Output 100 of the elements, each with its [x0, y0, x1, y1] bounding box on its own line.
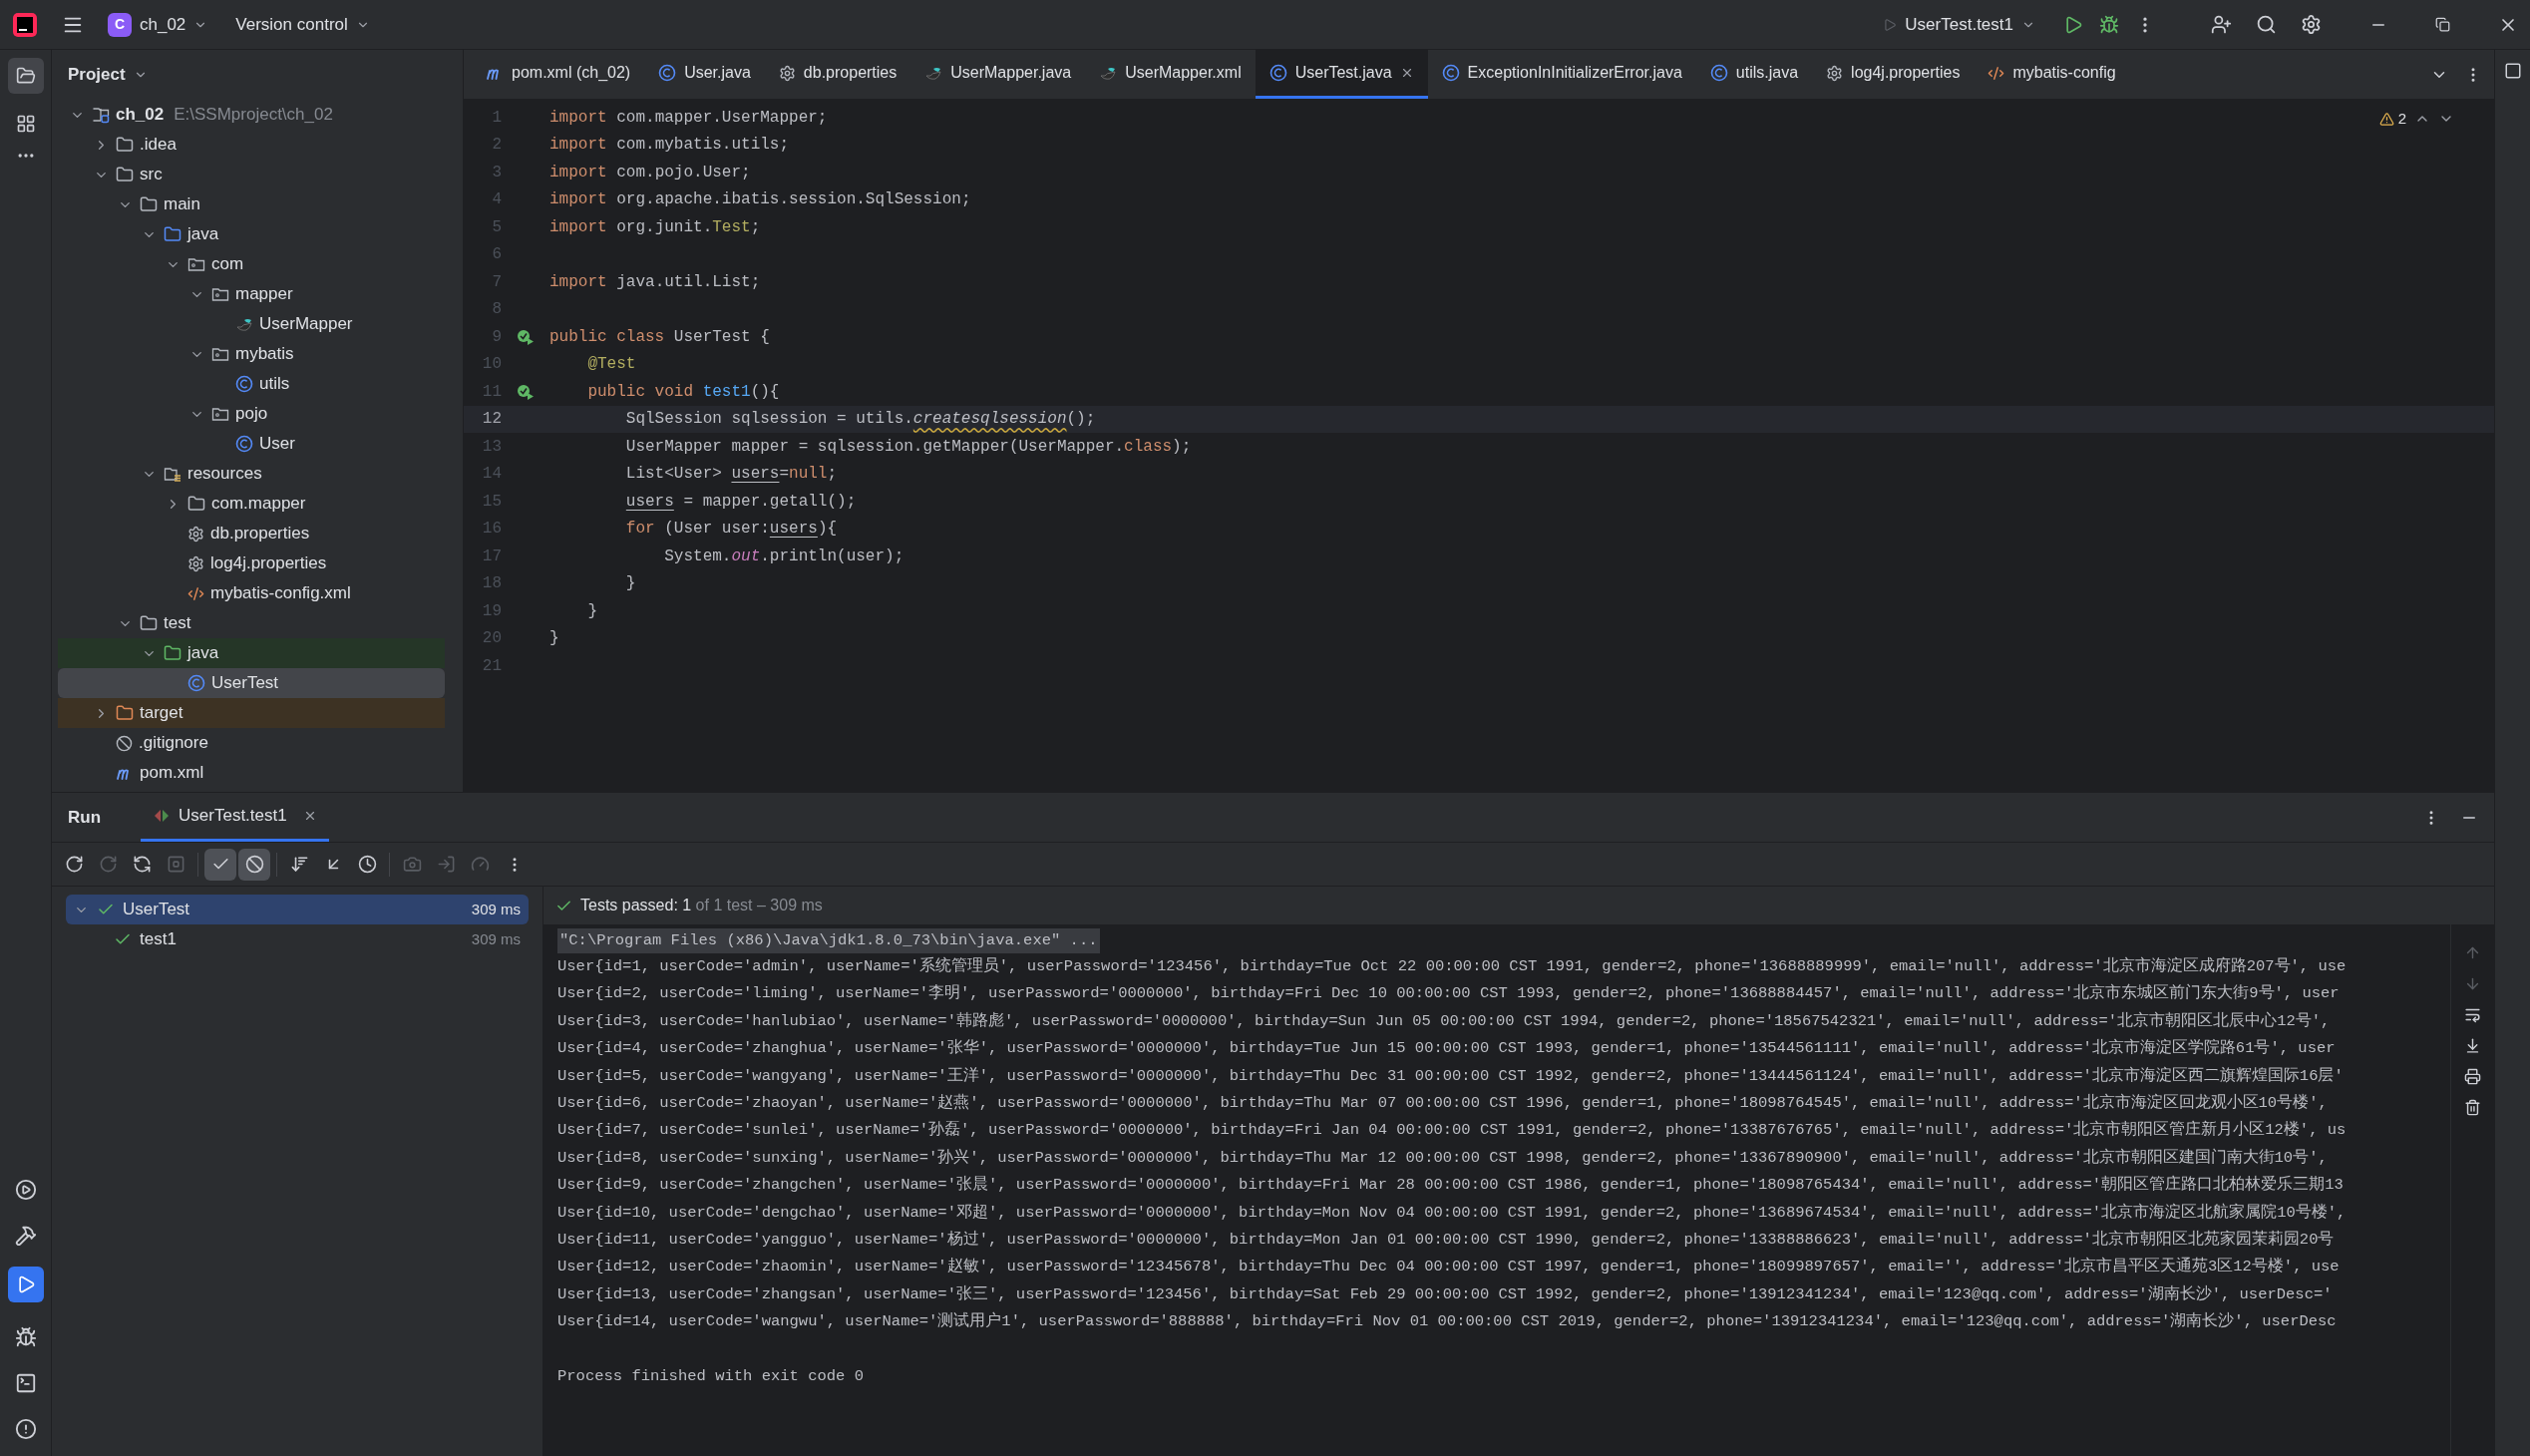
item-label: mybatis — [235, 343, 294, 366]
print-icon[interactable] — [2464, 1068, 2481, 1085]
run-test-icon[interactable] — [517, 383, 535, 400]
item-label: src — [140, 164, 163, 186]
code-icon — [1988, 64, 2005, 82]
editor-tab[interactable]: mybatis-config — [1974, 50, 2130, 99]
test-config-icon — [153, 808, 172, 824]
run-config-selector[interactable]: UserTest.test1 — [1883, 11, 2035, 38]
add-user-icon[interactable] — [2211, 14, 2232, 35]
debug-icon[interactable] — [14, 1326, 37, 1348]
folder-icon — [164, 225, 181, 243]
structure-icon[interactable] — [15, 114, 36, 134]
editor-tab[interactable]: pom.xml (ch_02) — [472, 50, 645, 99]
debug-icon[interactable] — [2099, 14, 2119, 35]
item-label: UserTest — [211, 672, 279, 695]
run-test-icon[interactable] — [517, 328, 535, 345]
tree-item[interactable]: .idea — [58, 130, 445, 160]
test-node[interactable]: test1 309 ms — [66, 924, 529, 954]
panel-title[interactable]: Project — [68, 62, 126, 88]
tree-item[interactable]: test — [58, 608, 445, 638]
problems-icon[interactable] — [14, 1418, 37, 1440]
code-line: } — [586, 600, 597, 622]
passed-button[interactable] — [204, 848, 236, 881]
class-icon — [658, 64, 677, 82]
camera-icon — [402, 855, 422, 874]
editor-tab[interactable]: utils.java — [1695, 50, 1813, 99]
code-line: import com.pojo.User; — [549, 162, 751, 183]
code-line: public class UserTest { — [549, 326, 770, 348]
vcs-menu[interactable]: Version control — [235, 11, 370, 38]
terminal-icon[interactable] — [14, 1372, 37, 1394]
item-label: User — [259, 433, 295, 456]
console-line: User{id=4, userCode='zhanghua', userName='张华', userPassword='0000000', birthday=Tue Jun 15 00:00:00 CST 1993, gender=1, phone='13544561111', email='null', address='北京市海淀区学院路61号', user — [557, 1037, 2336, 1060]
tree-item[interactable]: log4j.properties — [58, 548, 445, 578]
app-logo-icon — [12, 11, 38, 38]
services-icon[interactable] — [14, 1179, 37, 1201]
tree-item[interactable]: utils — [58, 369, 445, 399]
up-icon[interactable] — [2464, 944, 2481, 961]
editor-tab[interactable]: UserTest.java — [1255, 50, 1428, 99]
item-label: log4j.properties — [210, 552, 327, 575]
class-icon — [1441, 64, 1460, 82]
editor-tab[interactable]: UserMapper.java — [910, 50, 1086, 99]
tree-item[interactable]: mapper — [58, 279, 445, 309]
console-line: User{id=14, userCode='wangwu', userName='测试用户1', userPassword='888888', birthday=Fri Nov 01 00:00:00 CST 2019, gender=2, phone='13912341234', email='123@qq.com', address='湖南长沙', userDesc — [557, 1310, 2337, 1333]
editor-tab[interactable]: ExceptionInInitializerError.java — [1427, 50, 1696, 99]
editor-tab[interactable]: db.properties — [764, 50, 911, 99]
tree-item[interactable]: db.properties — [58, 519, 445, 548]
scroll-to-end-icon[interactable] — [2464, 1037, 2481, 1054]
ignored-icon — [244, 855, 264, 874]
run-icon[interactable] — [2063, 14, 2083, 35]
item-label: pom.xml — [140, 762, 204, 785]
run-tool-button[interactable] — [7, 1267, 44, 1302]
import-icon — [436, 855, 456, 874]
sort-icon — [289, 855, 309, 874]
tree-item[interactable]: ch_02 E:\SSMproject\ch_02 — [58, 100, 445, 130]
test-duration: 309 ms — [471, 899, 521, 919]
hammer-icon[interactable] — [14, 1225, 37, 1247]
code-line: UserMapper mapper = sqlsession.getMapper(UserMapper.class); — [624, 436, 1192, 458]
tree-item[interactable]: java — [58, 638, 445, 668]
tree-item[interactable]: UserTest — [58, 668, 445, 698]
editor-tab[interactable]: log4j.properties — [1812, 50, 1975, 99]
folder-icon — [140, 614, 158, 632]
project-switcher[interactable]: C ch_02 — [108, 11, 208, 38]
trash-icon[interactable] — [2464, 1099, 2481, 1116]
tree-item[interactable]: mybatis — [58, 339, 445, 369]
item-label: .gitignore — [139, 732, 208, 755]
code-line: import java.util.List; — [549, 271, 761, 293]
class-icon — [235, 435, 253, 453]
down-icon[interactable] — [2464, 975, 2481, 992]
editor-tab[interactable]: UserMapper.xml — [1085, 50, 1256, 99]
gear-icon — [1826, 64, 1844, 82]
tree-item[interactable]: src — [58, 160, 445, 189]
tree-item[interactable]: pom.xml — [58, 758, 445, 788]
warning-count[interactable]: 2 — [2397, 108, 2406, 131]
code-line: } — [624, 573, 636, 595]
item-label: utils — [259, 373, 290, 396]
warning-icon[interactable] — [2378, 111, 2394, 127]
item-label: mapper — [235, 283, 293, 306]
run-tab[interactable]: UserTest.test1 — [141, 793, 329, 842]
settings-icon[interactable] — [2301, 14, 2322, 35]
tree-item[interactable]: pojo — [58, 399, 445, 429]
tree-item[interactable]: java — [58, 219, 445, 249]
code-line: for (User user:users){ — [624, 519, 838, 541]
tree-item[interactable]: main — [58, 189, 445, 219]
tree-item[interactable]: com.mapper — [58, 489, 445, 519]
tree-item[interactable]: resources — [58, 459, 445, 489]
soft-wrap-icon[interactable] — [2464, 1006, 2481, 1023]
test-node[interactable]: UserTest 309 ms — [66, 895, 529, 924]
tree-item[interactable]: UserMapper — [58, 309, 445, 339]
tree-item[interactable]: mybatis-config.xml — [58, 578, 445, 608]
ignored-button[interactable] — [238, 848, 270, 881]
tree-item[interactable]: com — [58, 249, 445, 279]
project-tool-button[interactable] — [7, 58, 44, 94]
restore-icon[interactable] — [2435, 17, 2450, 32]
tree-item[interactable]: .gitignore — [58, 728, 445, 758]
folder-icon — [116, 704, 134, 722]
tree-item[interactable]: User — [58, 429, 445, 459]
code-icon — [187, 584, 204, 602]
tree-item[interactable]: target — [58, 698, 445, 728]
search-icon[interactable] — [2256, 14, 2277, 35]
editor-tab[interactable]: User.java — [644, 50, 765, 99]
